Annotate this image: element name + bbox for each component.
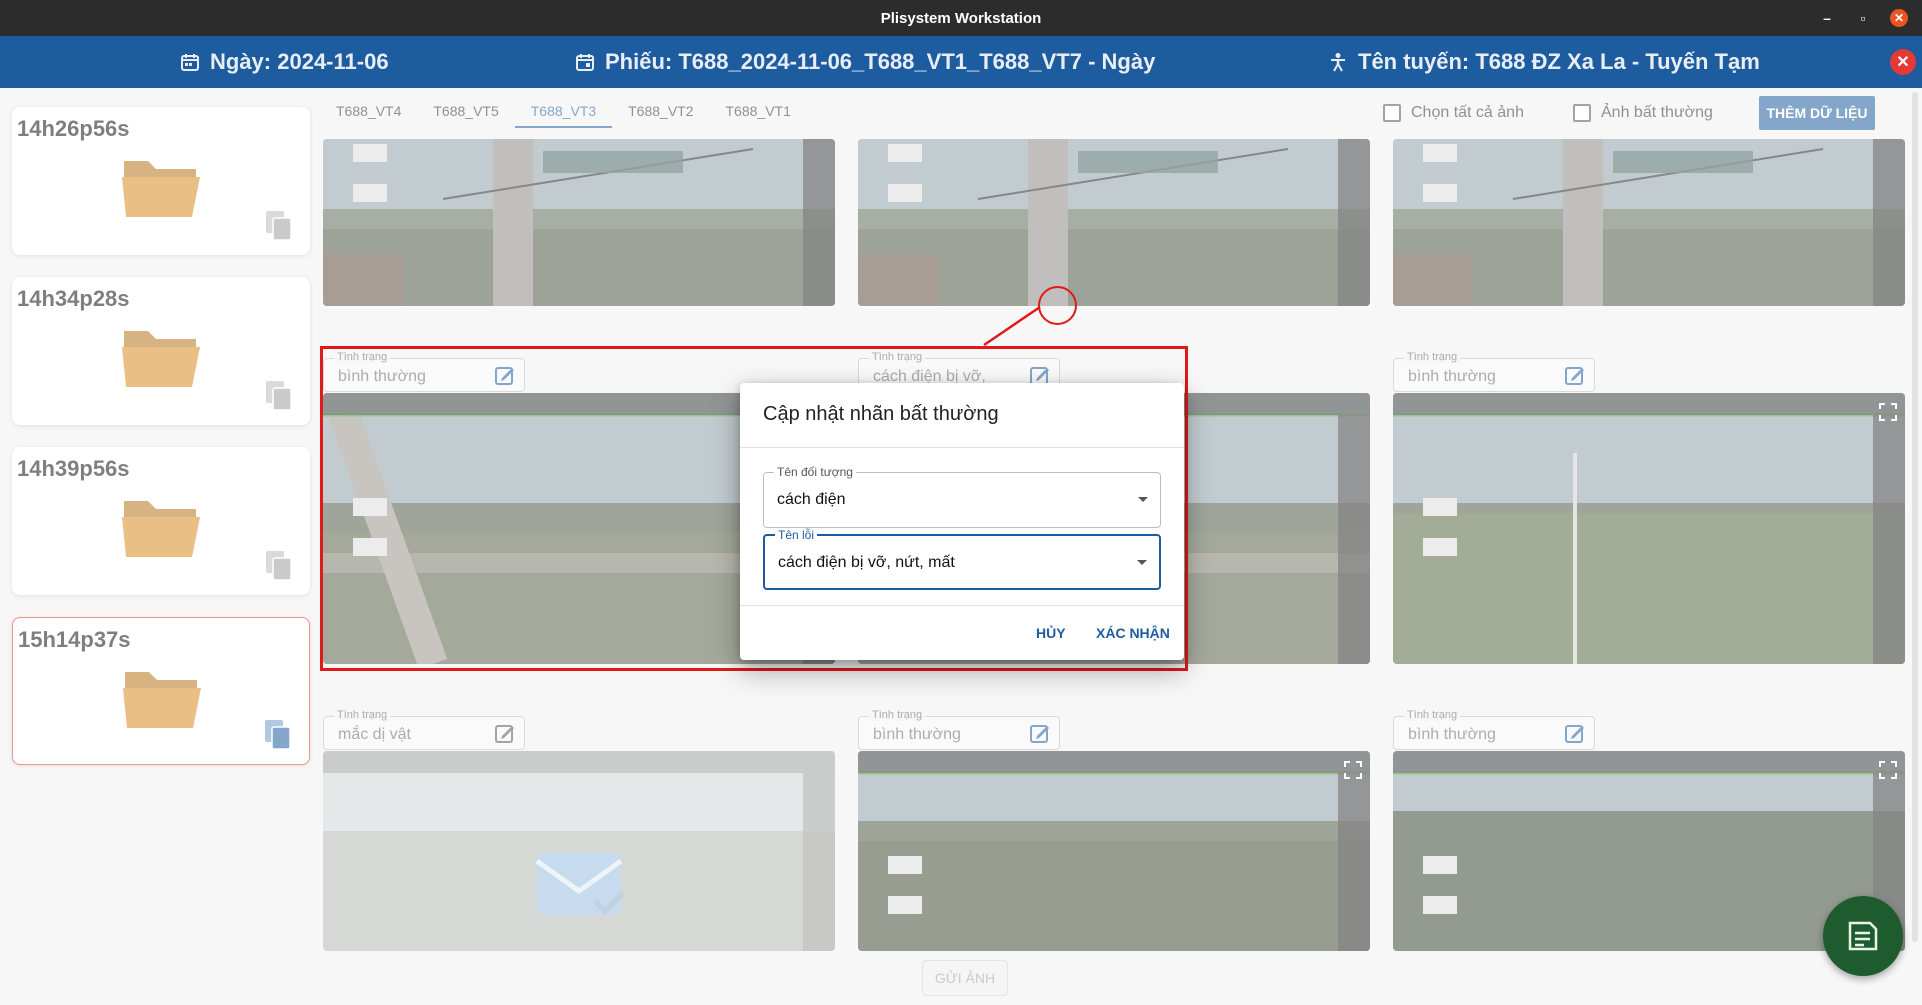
calendar-icon <box>576 54 594 71</box>
header-ticket: Phiếu: T688_2024-11-06_T688_VT1_T688_VT7… <box>575 36 1155 88</box>
confirm-button[interactable]: XÁC NHẬN <box>1096 625 1170 641</box>
header-route-text: Tên tuyến: T688 ĐZ Xa La - Tuyến Tạm <box>1358 49 1760 74</box>
header-ticket-text: Phiếu: T688_2024-11-06_T688_VT1_T688_VT7… <box>605 49 1156 74</box>
window-controls: – ▫ ✕ <box>1818 0 1908 36</box>
update-label-dialog: Cập nhật nhãn bất thường Tên đối tượng c… <box>740 383 1184 660</box>
cancel-button[interactable]: HỦY <box>1036 625 1066 641</box>
object-name-label: Tên đối tượng <box>774 465 856 479</box>
close-session-button[interactable]: ✕ <box>1890 49 1916 75</box>
chevron-down-icon[interactable] <box>1138 497 1148 502</box>
header-route: Tên tuyến: T688 ĐZ Xa La - Tuyến Tạm <box>1328 36 1760 88</box>
report-fab[interactable] <box>1823 896 1903 976</box>
chevron-down-icon[interactable] <box>1137 560 1147 565</box>
session-header: Ngày: 2024-11-06 Phiếu: T688_2024-11-06_… <box>0 36 1922 88</box>
dialog-divider <box>740 447 1184 448</box>
dialog-title: Cập nhật nhãn bất thường <box>763 403 999 425</box>
header-date: Ngày: 2024-11-06 <box>180 36 389 88</box>
minimize-icon[interactable]: – <box>1818 9 1836 27</box>
maximize-icon[interactable]: ▫ <box>1854 9 1872 27</box>
person-icon <box>1331 53 1345 72</box>
error-name-select[interactable]: Tên lỗi cách điện bị vỡ, nứt, mất <box>763 528 1161 590</box>
highlight-circle <box>1038 286 1077 325</box>
error-name-value: cách điện bị vỡ, nứt, mất <box>778 554 955 571</box>
window-title: Plisystem Workstation <box>880 9 1042 27</box>
dialog-divider <box>740 605 1184 606</box>
object-name-value: cách điện <box>777 491 846 508</box>
close-window-icon[interactable]: ✕ <box>1890 9 1908 27</box>
object-name-select[interactable]: Tên đối tượng cách điện <box>763 465 1161 528</box>
header-date-text: Ngày: 2024-11-06 <box>210 49 389 74</box>
window-titlebar: Plisystem Workstation – ▫ ✕ <box>0 0 1922 36</box>
calendar-icon <box>181 54 199 71</box>
note-add-icon <box>1848 921 1878 951</box>
error-name-label: Tên lỗi <box>775 528 818 542</box>
connector-line <box>983 305 1041 347</box>
